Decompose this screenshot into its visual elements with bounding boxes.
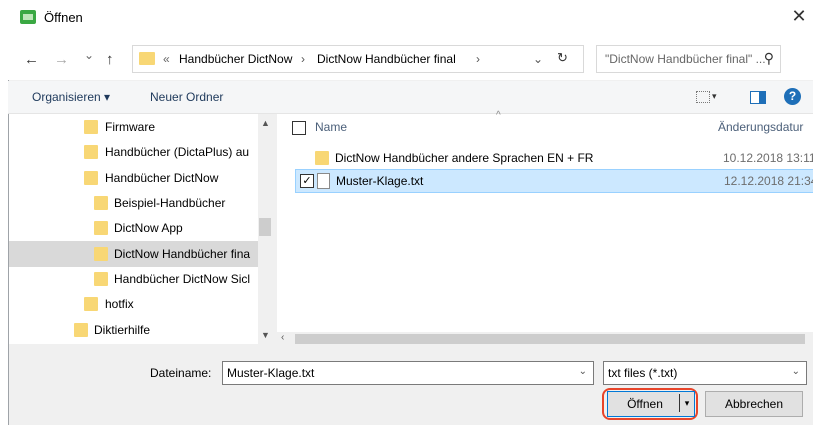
tree-item-firmware[interactable]: Firmware (84, 115, 254, 139)
folder-icon (74, 323, 88, 337)
dialog-title: Öffnen (44, 10, 83, 25)
folder-icon (84, 120, 98, 134)
breadcrumb-handbuecher-dictnow[interactable]: Handbücher DictNow (179, 52, 292, 66)
view-options-icon[interactable] (696, 91, 710, 103)
tree-item-dictnow-handbuecher-final[interactable]: DictNow Handbücher fina (94, 242, 258, 266)
organize-button[interactable]: Organisieren ▾ (32, 90, 110, 104)
title-bar: Öffnen ✕ (8, 0, 813, 36)
chevron-down-icon[interactable]: ⌄ (533, 52, 543, 66)
refresh-icon[interactable]: ↻ (557, 50, 568, 66)
search-input[interactable]: "DictNow Handbücher final" ... (605, 52, 766, 66)
file-list-scrollbar[interactable]: ‹ (277, 332, 813, 346)
file-checkbox[interactable]: ✓ (300, 174, 314, 188)
tree-item-handbuecher-dictaplus[interactable]: Handbücher (DictaPlus) au (84, 140, 258, 164)
open-button[interactable]: Öffnen ▾ (607, 391, 695, 417)
cancel-button[interactable]: Abbrechen (705, 391, 803, 417)
preview-pane-icon[interactable] (750, 91, 766, 104)
filename-label: Dateiname: (150, 366, 212, 380)
tree-item-handbuecher-dictnow[interactable]: Handbücher DictNow (84, 166, 258, 190)
chevron-down-icon[interactable]: ⌄ (579, 366, 587, 377)
breadcrumb-overflow[interactable]: « (163, 52, 170, 66)
chevron-right-icon[interactable]: › (476, 52, 480, 66)
column-header-date[interactable]: Änderungsdatur (718, 120, 803, 134)
folder-icon (139, 52, 155, 65)
search-icon[interactable]: ⚲ (764, 50, 774, 67)
tree-item-beispiel-handbuecher[interactable]: Beispiel-Handbücher (94, 191, 258, 215)
folder-icon (94, 272, 108, 286)
open-menu-arrow-icon[interactable]: ▾ (679, 394, 694, 412)
folder-icon (84, 297, 98, 311)
tree-scrollbar[interactable]: ▲ ▼ (258, 114, 272, 344)
command-bar: Organisieren ▾ Neuer Ordner ▾ ? (8, 81, 813, 114)
tree-item-diktierhilfe[interactable]: Diktierhilfe (74, 318, 258, 342)
address-bar[interactable]: « Handbücher DictNow › DictNow Handbüche… (132, 45, 584, 73)
scrollbar-thumb[interactable] (259, 218, 271, 236)
file-type-filter[interactable]: txt files (*.txt) ⌄ (603, 361, 807, 385)
select-all-checkbox[interactable] (292, 121, 306, 135)
folder-icon (84, 145, 98, 159)
new-folder-button[interactable]: Neuer Ordner (150, 90, 223, 104)
folder-icon (94, 247, 108, 261)
file-row-muster-klage[interactable]: ✓ Muster-Klage.txt 12.12.2018 21:34 (295, 169, 813, 193)
breadcrumb-dictnow-handbuecher-final[interactable]: DictNow Handbücher final (317, 52, 456, 66)
column-header-name[interactable]: Name (315, 120, 347, 134)
file-row-folder[interactable]: DictNow Handbücher andere Sprachen EN + … (292, 147, 813, 169)
search-box[interactable]: "DictNow Handbücher final" ... ⚲ (596, 45, 781, 73)
app-icon (20, 10, 36, 24)
folder-icon (94, 196, 108, 210)
scrollbar-thumb[interactable] (295, 334, 805, 344)
tree-item-dictnow-app[interactable]: DictNow App (94, 216, 258, 240)
tree-item-handbuecher-dictnow-sicherung[interactable]: Handbücher DictNow Sicl (94, 267, 258, 291)
sort-indicator-icon: ^ (496, 110, 501, 121)
back-arrow-icon[interactable]: ← (24, 51, 39, 68)
folder-icon (84, 171, 98, 185)
tree-item-hotfix[interactable]: hotfix (84, 292, 258, 316)
chevron-right-icon[interactable]: › (301, 52, 305, 66)
recent-locations-icon[interactable]: ⌄ (84, 48, 94, 62)
up-arrow-icon[interactable]: ↑ (106, 51, 114, 68)
folder-icon (315, 151, 329, 165)
filename-input[interactable]: Muster-Klage.txt ⌄ (222, 361, 594, 385)
chevron-down-icon[interactable]: ⌄ (792, 366, 800, 377)
text-file-icon (317, 173, 330, 189)
forward-arrow-icon[interactable]: → (54, 51, 69, 68)
folder-icon (94, 221, 108, 235)
close-button[interactable]: ✕ (789, 6, 809, 26)
help-icon[interactable]: ? (784, 88, 801, 105)
